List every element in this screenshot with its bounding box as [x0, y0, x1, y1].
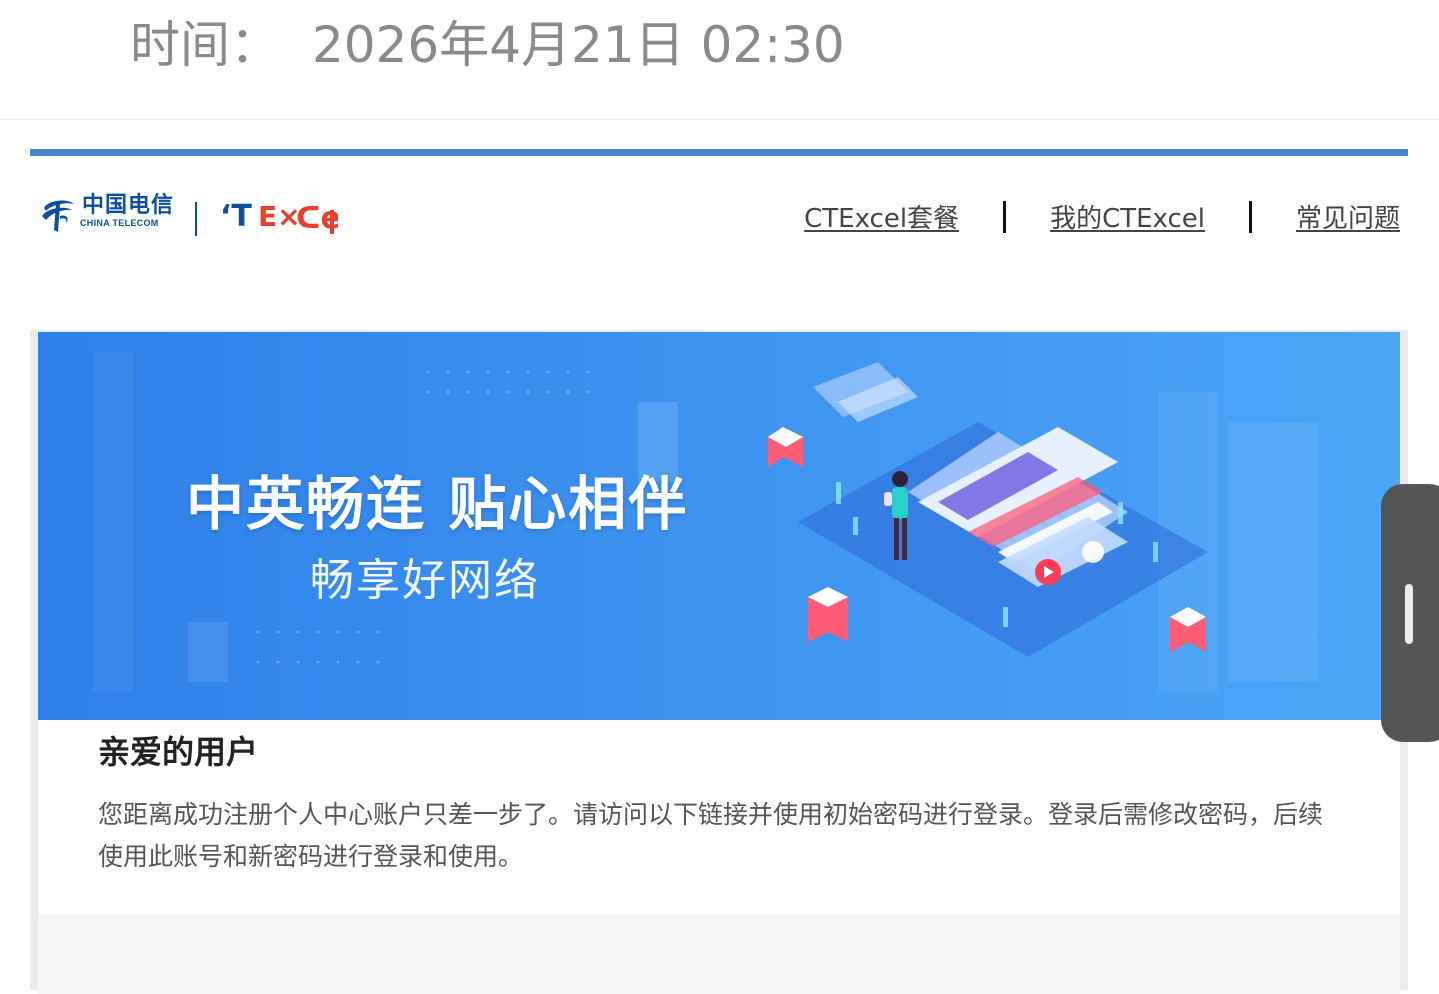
- top-bar: 时间： 2026年4月21日 02:30: [0, 0, 1439, 120]
- link-section: [38, 914, 1400, 994]
- logo-english: CHINA TELECOM: [80, 218, 159, 228]
- nav-link-plans[interactable]: CTExcel套餐: [804, 198, 959, 235]
- header-nav: CTExcel套餐 我的CTExcel 常见问题: [804, 198, 1400, 235]
- email-card: 中英畅连 贴心相伴 畅享好网络 亲爱的用户 您距离成功注册个人中心账户只差一步了…: [30, 330, 1408, 994]
- scroll-handle[interactable]: [1381, 484, 1439, 742]
- nav-link-faq[interactable]: 常见问题: [1296, 198, 1400, 235]
- time-label: 时间：: [130, 16, 280, 74]
- svg-text:E×: E×: [258, 200, 301, 233]
- nav-separator: [1003, 200, 1007, 233]
- ctexcel-logo: ʻT E× ᑕe: [220, 199, 338, 236]
- message-body: 您距离成功注册个人中心账户只差一步了。请访问以下链接并使用初始密码进行登录。登录…: [98, 800, 1324, 871]
- time-display: 时间： 2026年4月21日 02:30: [130, 12, 845, 78]
- greeting-heading: 亲爱的用户: [98, 733, 259, 771]
- time-value: 2026年4月21日 02:30: [312, 16, 845, 74]
- nav-separator: [1248, 200, 1252, 233]
- china-telecom-logo-icon: [42, 200, 74, 232]
- nav-link-my-ctexcel[interactable]: 我的CTExcel: [1050, 198, 1205, 235]
- email-card-body: 中英畅连 贴心相伴 畅享好网络 亲爱的用户 您距离成功注册个人中心账户只差一步了…: [38, 332, 1400, 994]
- promo-banner: 中英畅连 贴心相伴 畅享好网络: [38, 332, 1400, 720]
- svg-text:ʻT: ʻT: [220, 199, 252, 234]
- logo-divider: [195, 202, 197, 236]
- banner-subtitle: 畅享好网络: [310, 555, 540, 606]
- email-header: 中国电信 CHINA TELECOM ʻT E× ᑕe CTExcel套餐 我的…: [30, 156, 1408, 286]
- scroll-grip-icon: [1405, 584, 1413, 644]
- logo-chinese: 中国电信: [82, 193, 175, 218]
- china-telecom-wordmark: 中国电信 CHINA TELECOM: [80, 193, 177, 229]
- accent-line: [30, 149, 1408, 156]
- banner-title: 中英畅连 贴心相伴: [186, 470, 689, 538]
